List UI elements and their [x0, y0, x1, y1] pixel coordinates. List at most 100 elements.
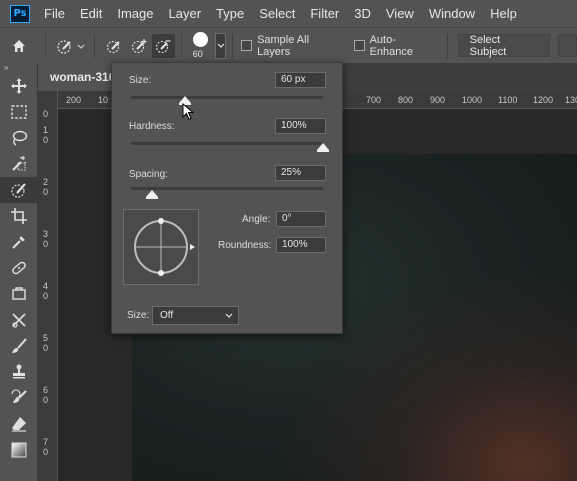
roundness-label: Roundness:	[218, 240, 272, 251]
auto-enhance-label: Auto-Enhance	[369, 33, 413, 58]
brush-preset-picker[interactable]: 60	[188, 29, 215, 63]
spacing-slider-track[interactable]	[131, 187, 323, 190]
menu-layer[interactable]: Layer	[169, 0, 202, 27]
sample-all-layers-option[interactable]: Sample All Layers	[241, 34, 342, 58]
ruler-label: 0	[43, 239, 49, 249]
add-to-selection-button[interactable]	[126, 34, 151, 58]
quick-selection-preset-icon	[57, 39, 85, 54]
angle-label: Angle:	[242, 214, 271, 225]
lasso-icon	[12, 130, 28, 146]
auto-enhance-option[interactable]: Auto-Enhance	[353, 33, 437, 58]
brush-options-popup: Size: 60 px Hardness: 100% Spacing: 25% …	[111, 62, 343, 334]
size-slider-track[interactable]	[131, 96, 323, 99]
object-selection-tool[interactable]	[0, 151, 38, 177]
mouse-cursor-icon	[182, 103, 194, 121]
roundness-field[interactable]: 100%	[276, 237, 326, 253]
menu-view[interactable]: View	[386, 0, 414, 27]
ruler-label: 1200	[533, 95, 554, 105]
hardness-slider-track[interactable]	[131, 142, 323, 145]
ruler-label: 0	[43, 343, 49, 353]
document-tab[interactable]: woman-316	[38, 63, 116, 91]
menu-help[interactable]: Help	[490, 0, 517, 27]
ruler-label: 4	[43, 281, 49, 291]
size-field[interactable]: 60 px	[275, 72, 326, 88]
spot-healing-icon	[12, 261, 26, 275]
size-mode-label: Size:	[127, 310, 150, 321]
ruler-label: 1100	[498, 95, 518, 105]
gradient-icon	[11, 442, 27, 458]
menu-window[interactable]: Window	[429, 0, 475, 27]
home-icon	[13, 39, 26, 52]
gradient-tool[interactable]	[0, 437, 38, 463]
ruler-label: 0	[43, 109, 49, 119]
ruler-label: 6	[43, 385, 49, 395]
menu-3d[interactable]: 3D	[354, 0, 371, 27]
size-mode-select[interactable]: Off	[152, 306, 239, 325]
options-bar: 60 Sample All Layers Auto-Enhance Select…	[0, 27, 577, 63]
sample-all-layers-checkbox[interactable]	[241, 40, 253, 51]
collapse-toolbar-icon[interactable]: »	[0, 63, 37, 73]
magic-wand-icon	[12, 156, 27, 171]
brush-tool[interactable]	[0, 333, 38, 359]
auto-enhance-checkbox[interactable]	[353, 40, 365, 51]
ruler-label: 10	[98, 95, 109, 105]
patch-tool[interactable]	[0, 281, 38, 307]
eyedropper-tool[interactable]	[0, 229, 38, 255]
tool-preset-picker[interactable]	[52, 34, 89, 58]
ruler-label: 5	[43, 333, 49, 343]
brush-tip-preview-icon	[192, 31, 208, 47]
eraser-icon	[12, 417, 26, 432]
stamp-icon	[13, 364, 25, 379]
separator	[446, 33, 448, 58]
marquee-icon	[11, 105, 27, 119]
brush-angle-preview[interactable]	[123, 209, 199, 285]
spot-healing-tool[interactable]	[0, 255, 38, 281]
menu-filter[interactable]: Filter	[310, 0, 339, 27]
vertical-ruler: 0 1 0 2 0 3 0 4 0 5 0 6 0 7 0	[38, 91, 58, 481]
eyedropper-icon	[12, 236, 25, 249]
move-tool[interactable]	[0, 73, 38, 99]
ruler-label: 1000	[462, 95, 483, 105]
crop-tool[interactable]	[0, 203, 38, 229]
subtract-from-selection-icon	[156, 39, 171, 53]
menu-bar: Ps File Edit Image Layer Type Select Fil…	[0, 0, 577, 27]
brush-icon	[12, 338, 27, 353]
ruler-label: 0	[43, 187, 49, 197]
ruler-label: 700	[366, 95, 382, 105]
select-and-mask-button[interactable]	[557, 34, 577, 57]
menu-select[interactable]: Select	[259, 0, 295, 27]
menu-image[interactable]: Image	[117, 0, 153, 27]
menu-type[interactable]: Type	[216, 0, 244, 27]
brush-picker-dropdown[interactable]	[214, 32, 227, 59]
ruler-label: 0	[43, 291, 49, 301]
ruler-label: 7	[43, 437, 49, 447]
brush-shape-icon	[134, 218, 195, 276]
separator	[44, 33, 46, 58]
sample-all-layers-label: Sample All Layers	[257, 33, 310, 58]
new-selection-icon	[106, 40, 120, 53]
ruler-label: 2	[43, 177, 49, 187]
angle-field[interactable]: 0°	[276, 211, 326, 227]
slider-thumb-icon	[317, 143, 329, 152]
size-mode-value: Off	[160, 310, 174, 321]
quick-selection-tool[interactable]	[0, 177, 38, 203]
clone-stamp-tool[interactable]	[0, 359, 38, 385]
spacing-field[interactable]: 25%	[275, 165, 326, 181]
ruler-label: 0	[43, 135, 49, 145]
menu-edit[interactable]: Edit	[80, 0, 102, 27]
history-brush-icon	[11, 389, 27, 403]
photoshop-logo: Ps	[10, 4, 30, 23]
home-button[interactable]	[0, 34, 39, 58]
lasso-tool[interactable]	[0, 125, 38, 151]
eraser-tool[interactable]	[0, 411, 38, 437]
marquee-tool[interactable]	[0, 99, 38, 125]
ruler-label: 800	[398, 95, 414, 105]
hardness-field[interactable]: 100%	[275, 118, 326, 134]
ruler-label: 0	[43, 395, 49, 405]
menu-file[interactable]: File	[44, 0, 65, 27]
content-aware-move-tool[interactable]	[0, 307, 38, 333]
subtract-from-selection-button[interactable]	[151, 33, 175, 58]
history-brush-tool[interactable]	[0, 385, 38, 411]
new-selection-button[interactable]	[101, 34, 126, 58]
select-subject-button[interactable]: Select Subject	[457, 34, 550, 58]
